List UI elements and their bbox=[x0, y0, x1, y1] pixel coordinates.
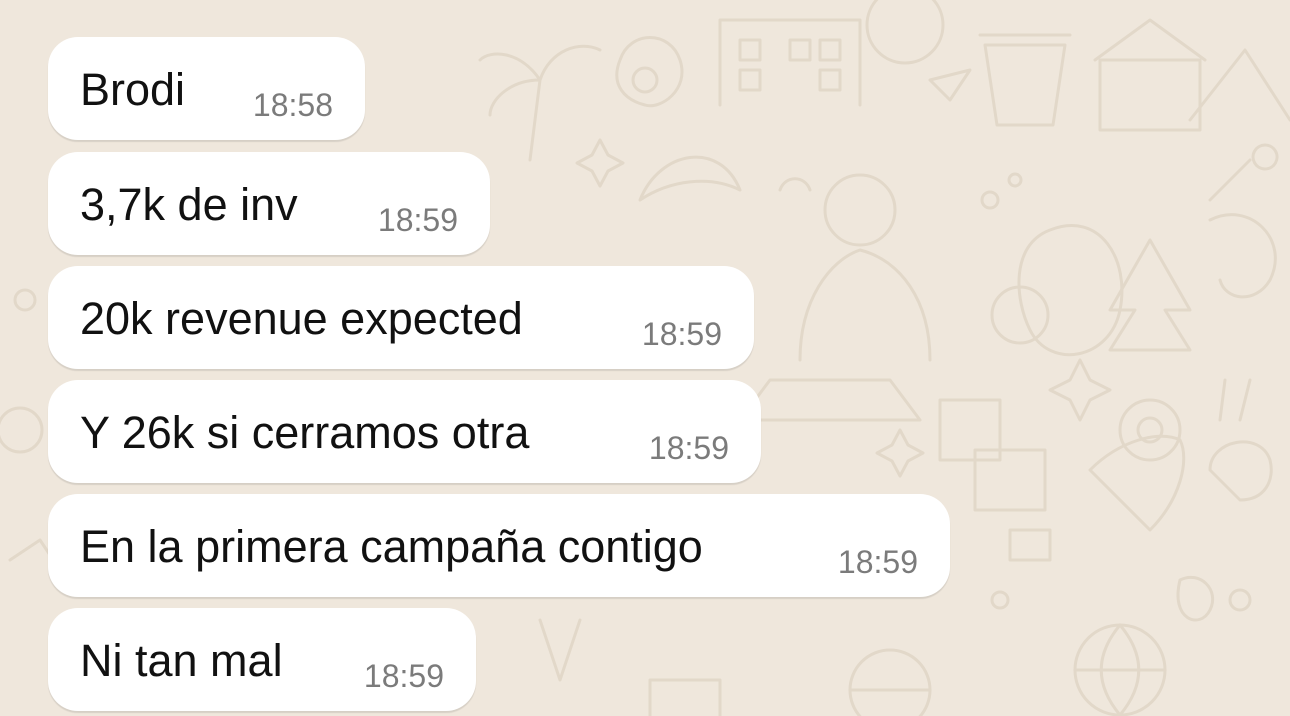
message-bubble[interactable]: Ni tan mal 18:59 bbox=[48, 608, 476, 711]
photo-doodle bbox=[938, 398, 1047, 512]
message-text: 3,7k de inv bbox=[80, 179, 298, 230]
star-doodle bbox=[1048, 358, 1112, 422]
message-timestamp: 18:59 bbox=[641, 316, 722, 352]
palm-doodle bbox=[478, 44, 602, 162]
message-text: Ni tan mal bbox=[80, 635, 283, 686]
message-timestamp: 18:59 bbox=[837, 544, 918, 580]
ball-doodle bbox=[865, 0, 945, 65]
message-timestamp: 18:59 bbox=[377, 202, 458, 238]
building-doodle bbox=[718, 18, 862, 107]
message-text: Brodi bbox=[80, 64, 186, 115]
pot-doodle bbox=[978, 33, 1072, 127]
tag-doodle bbox=[648, 678, 722, 716]
message-bubble[interactable]: 20k revenue expected 18:59 bbox=[48, 266, 754, 369]
person-doodle bbox=[823, 173, 897, 247]
rocket-doodle bbox=[1088, 434, 1186, 532]
message-text: En la primera campaña contigo bbox=[80, 521, 703, 572]
laptop-doodle bbox=[738, 378, 922, 422]
message-text: 20k revenue expected bbox=[80, 293, 523, 344]
message-bubble[interactable]: Brodi 18:58 bbox=[48, 37, 365, 140]
message-timestamp: 18:59 bbox=[363, 658, 444, 694]
egg-doodle bbox=[615, 36, 684, 108]
message-bubble[interactable]: En la primera campaña contigo 18:59 bbox=[48, 494, 950, 597]
house-doodle bbox=[1093, 18, 1207, 132]
message-bubble[interactable]: Y 26k si cerramos otra 18:59 bbox=[48, 380, 761, 483]
message-text: Y 26k si cerramos otra bbox=[80, 407, 530, 458]
message-timestamp: 18:59 bbox=[648, 430, 729, 466]
message-bubble[interactable]: 3,7k de inv 18:59 bbox=[48, 152, 490, 255]
message-timestamp: 18:58 bbox=[252, 87, 333, 123]
croissant-doodle bbox=[638, 155, 742, 202]
target-doodle bbox=[1118, 398, 1182, 462]
